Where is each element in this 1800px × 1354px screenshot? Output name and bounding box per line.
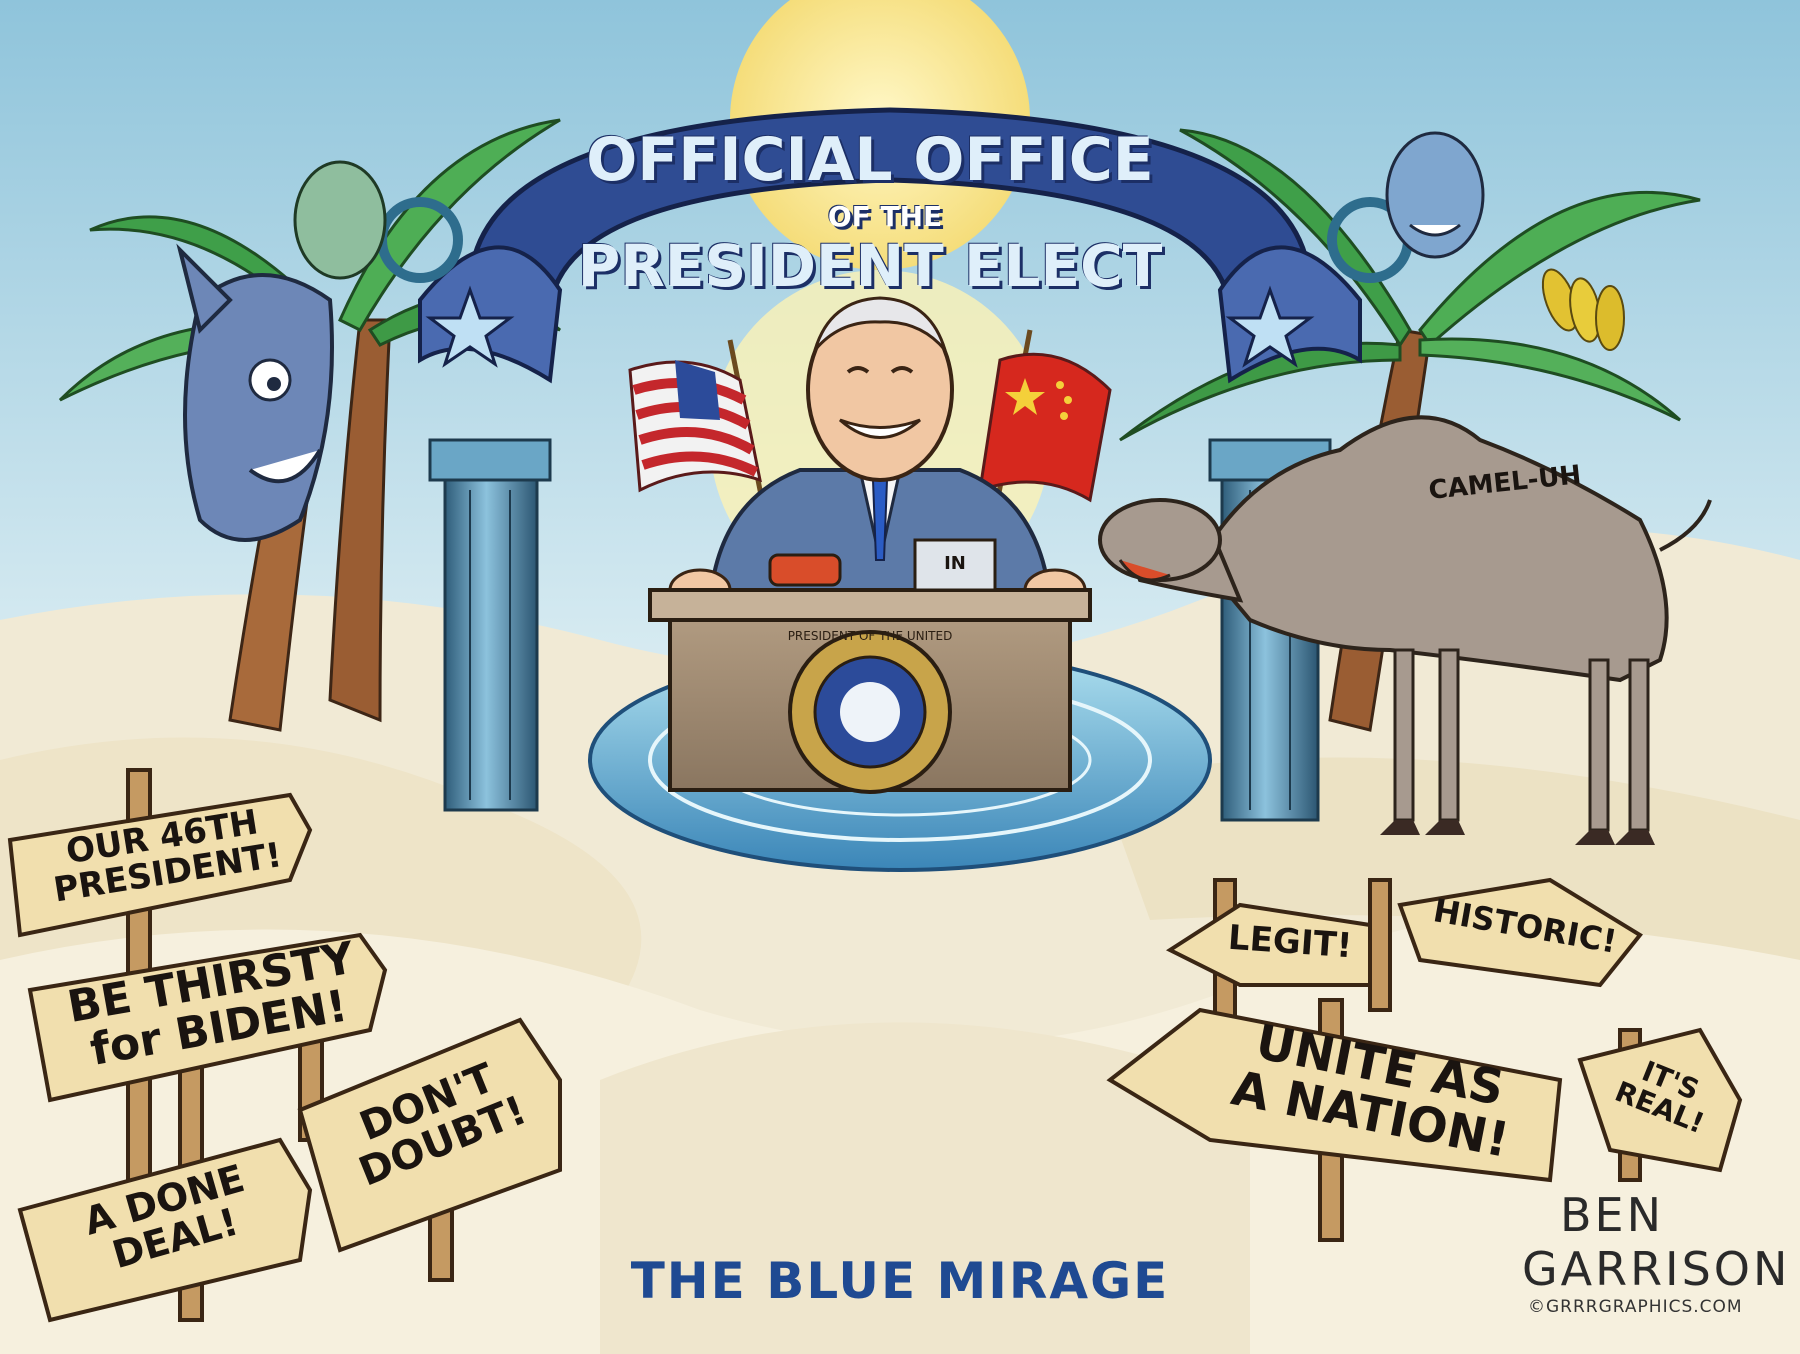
woman-face-left: [293, 160, 387, 280]
man-face-right: [1385, 131, 1485, 259]
column-left: [428, 438, 552, 812]
inbox-label: IN: [944, 553, 966, 574]
red-phone-icon: [768, 553, 842, 587]
signature-last-name: GARRISON: [1522, 1242, 1791, 1296]
seal-text: PRESIDENT OF THE UNITED: [787, 629, 953, 643]
signature-website: ©GRRRGRAPHICS.COM: [1528, 1297, 1743, 1317]
banner-line-3: PRESIDENT ELECT: [577, 232, 1163, 300]
donkey: [176, 243, 334, 542]
banner-line-1: OFFICIAL OFFICE: [586, 125, 1154, 195]
banner-line-2: OF THE: [827, 200, 943, 233]
signature-first-name: BEN: [1560, 1188, 1665, 1242]
